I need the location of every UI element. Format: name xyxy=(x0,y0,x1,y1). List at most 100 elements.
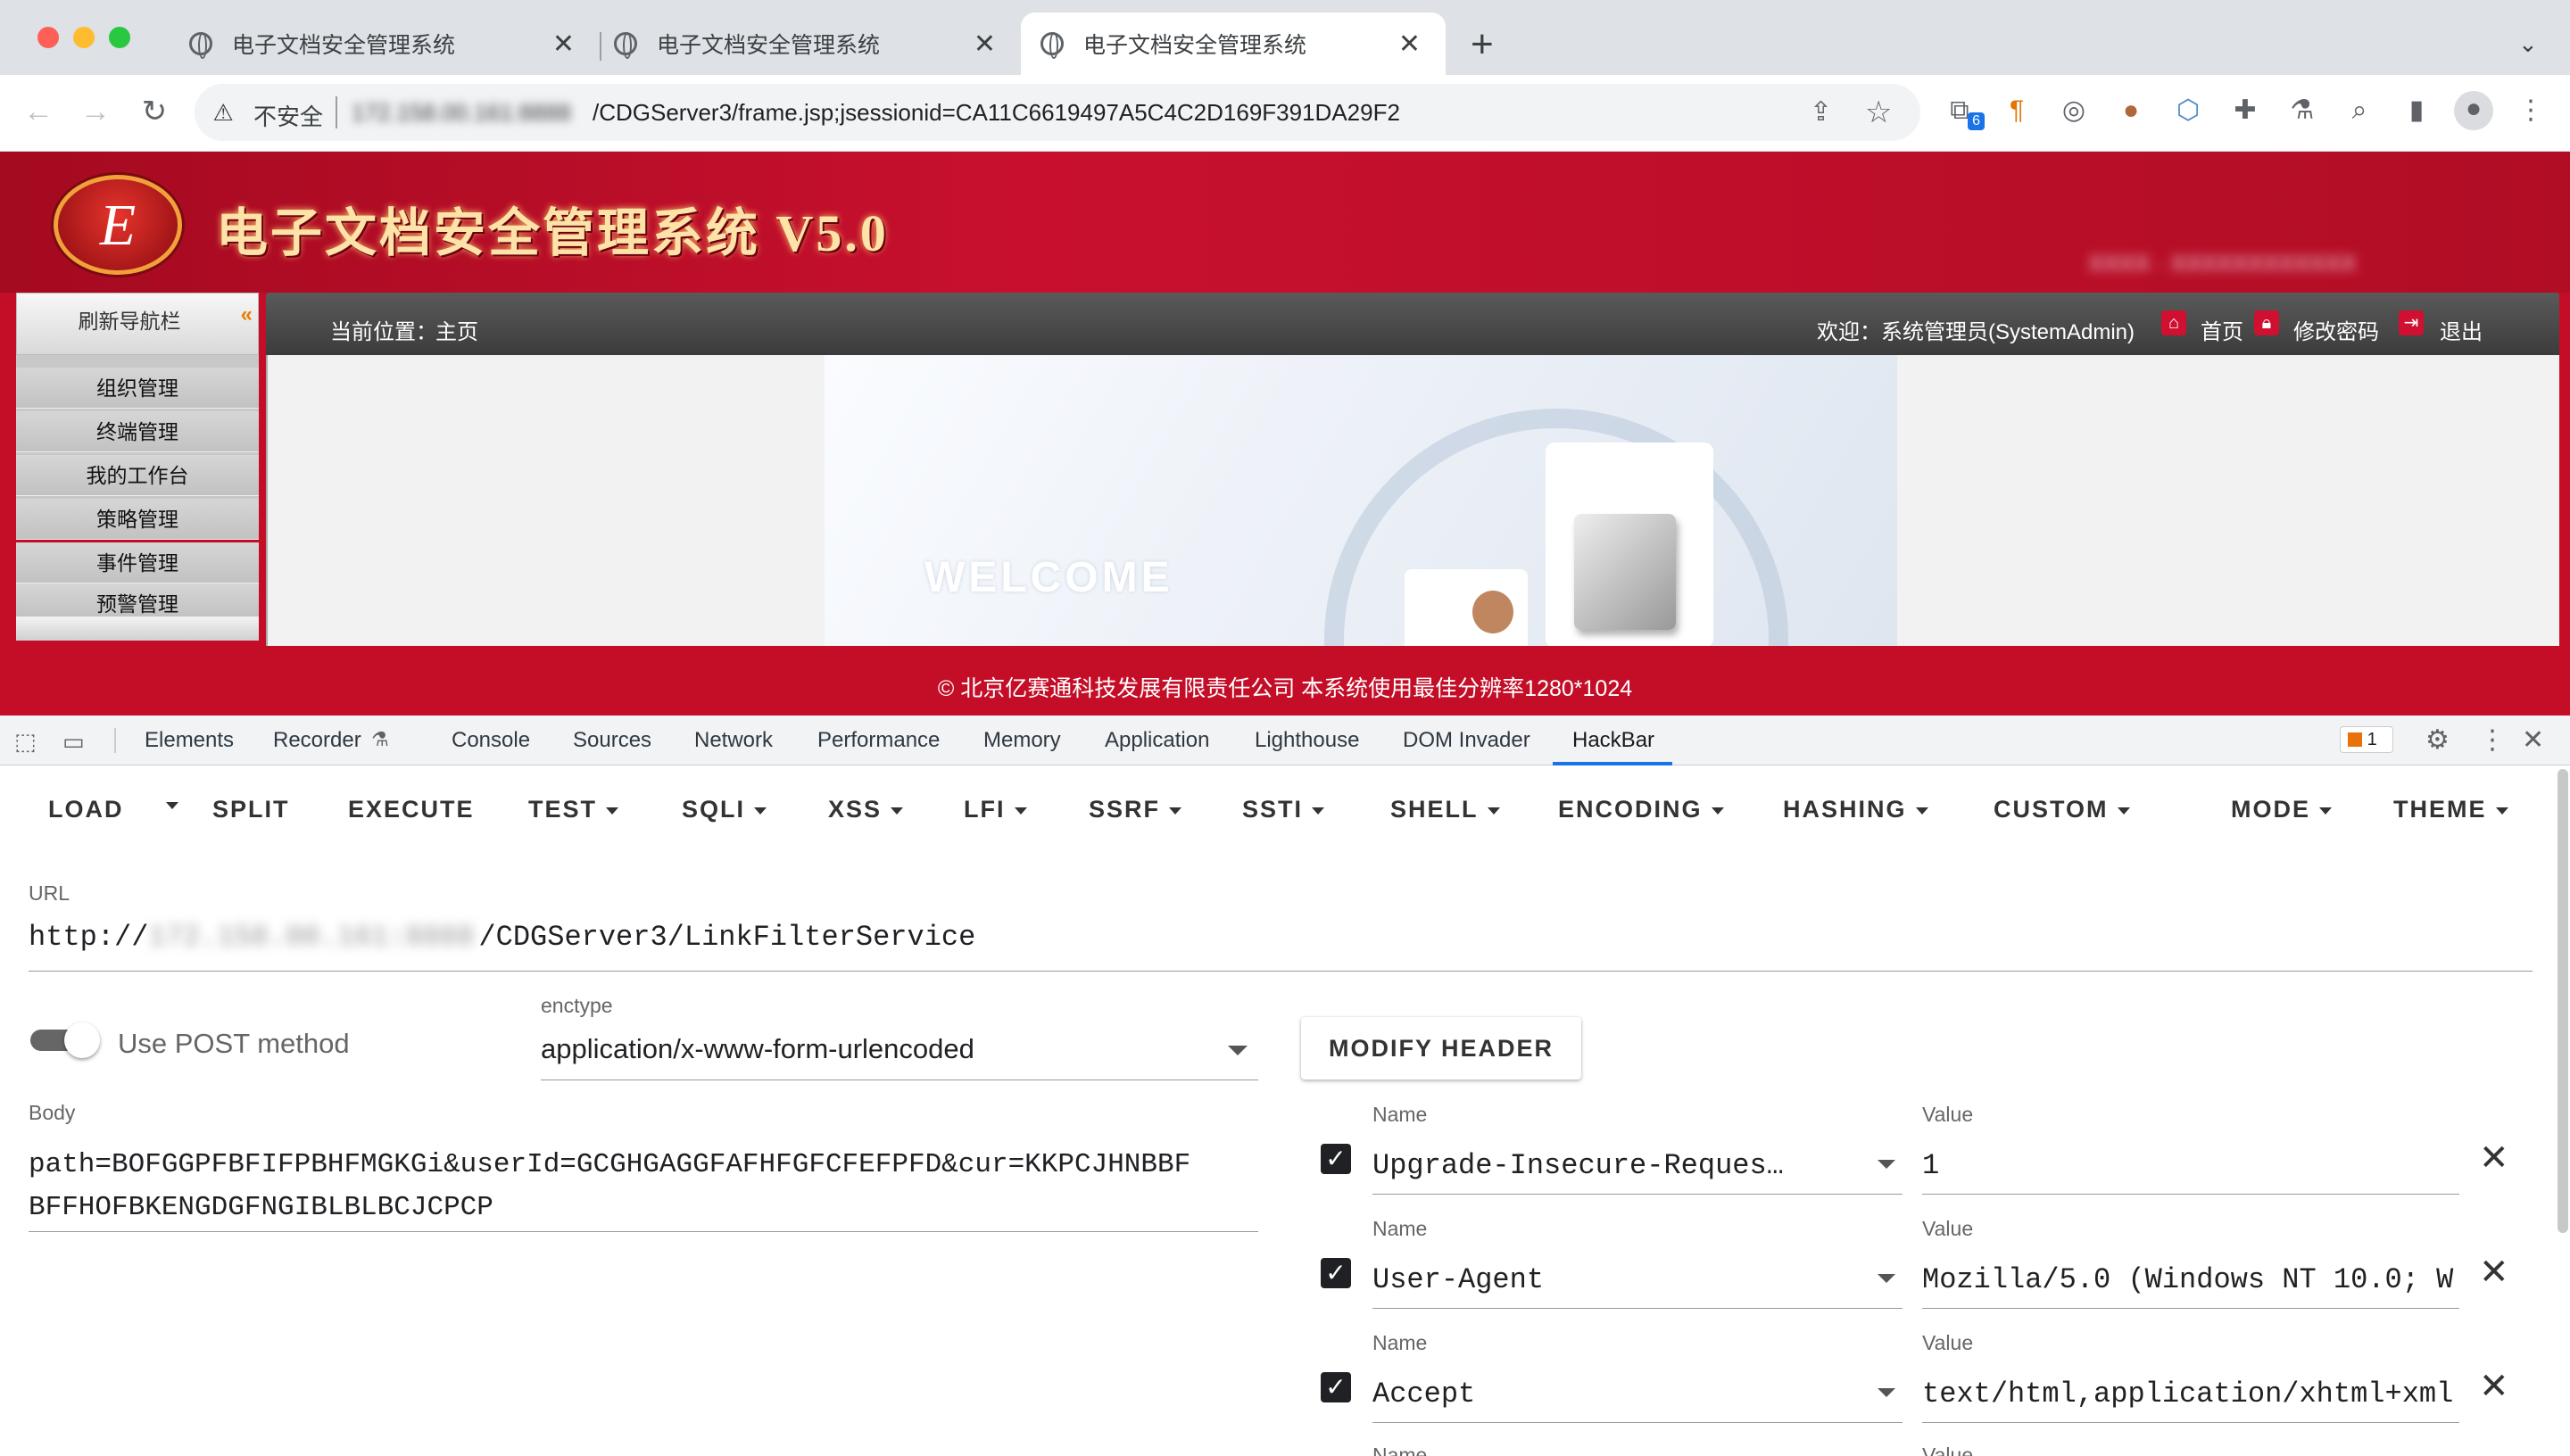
search-icon[interactable]: ⌕ xyxy=(2342,93,2377,128)
enctype-dropdown-icon[interactable] xyxy=(1228,1046,1248,1055)
execute-button[interactable]: EXECUTE xyxy=(348,796,475,823)
tab-sources[interactable]: Sources xyxy=(573,716,651,765)
header-1-value[interactable]: 1 xyxy=(1922,1149,1939,1182)
share-icon[interactable]: ⇪ xyxy=(1810,96,1832,128)
tab-hackbar[interactable]: HackBar xyxy=(1572,716,1654,765)
enctype-select[interactable]: application/x-www-form-urlencoded xyxy=(541,1033,974,1065)
header-3-checkbox[interactable]: ✓ xyxy=(1321,1372,1351,1402)
load-button[interactable]: LOAD xyxy=(48,796,124,823)
home-link[interactable]: 首页 xyxy=(2201,314,2243,345)
lfi-menu-button[interactable]: LFI xyxy=(964,796,1027,823)
sidebar-item-terminal[interactable]: 终端管理 xyxy=(16,411,259,452)
custom-menu-button[interactable]: CUSTOM xyxy=(1994,796,2130,823)
url-path[interactable]: /CDGServer3/frame.jsp;jsessionid=CA11C66… xyxy=(593,99,1400,127)
bookmark-star-icon[interactable]: ☆ xyxy=(1865,95,1892,130)
tab-application[interactable]: Application xyxy=(1105,716,1209,765)
header-1-dropdown-icon[interactable] xyxy=(1878,1160,1895,1169)
reload-icon[interactable]: ↻ xyxy=(134,91,175,132)
tab-search-chevron-icon[interactable]: ⌄ xyxy=(2518,30,2538,58)
collapse-double-chevron-icon[interactable]: « xyxy=(241,302,253,327)
ssrf-menu-button[interactable]: SSRF xyxy=(1089,796,1182,823)
mode-menu-button[interactable]: MODE xyxy=(2231,796,2332,823)
shell-menu-button[interactable]: SHELL xyxy=(1390,796,1500,823)
sidebar-item-org[interactable]: 组织管理 xyxy=(16,368,259,409)
tab-memory[interactable]: Memory xyxy=(983,716,1061,765)
flask-labs-icon[interactable]: ⚗ xyxy=(2284,93,2320,128)
lock-icon[interactable]: 🔒︎ xyxy=(2254,310,2279,335)
header-3-name[interactable]: Accept xyxy=(1372,1377,1475,1410)
theme-menu-button[interactable]: THEME xyxy=(2393,796,2508,823)
tab-elements[interactable]: Elements xyxy=(145,716,234,765)
header-3-dropdown-icon[interactable] xyxy=(1878,1388,1895,1397)
tab-network[interactable]: Network xyxy=(694,716,773,765)
logout-link[interactable]: 退出 xyxy=(2440,314,2483,345)
tab-dom-invader[interactable]: DOM Invader xyxy=(1403,716,1530,765)
pilcrow-extension-icon[interactable]: ¶ xyxy=(1999,93,2035,128)
body-textarea[interactable]: path=BOFGGPFBFIFPBHFMGKGi&userId=GCGHGAG… xyxy=(29,1144,1260,1229)
browser-tab-active[interactable]: 电子文档安全管理系统 ✕ xyxy=(1021,12,1446,75)
load-dropdown-icon[interactable] xyxy=(157,798,178,826)
translate-extension-icon[interactable]: ⧉ 6 xyxy=(1942,93,1985,130)
close-tab-icon[interactable]: ✕ xyxy=(974,29,996,60)
more-menu-icon[interactable]: ⋮ xyxy=(2513,93,2549,128)
hashing-menu-button[interactable]: HASHING xyxy=(1783,796,1928,823)
profile-avatar-icon[interactable]: ● xyxy=(2454,91,2493,130)
close-tab-icon[interactable]: ✕ xyxy=(552,29,575,60)
xss-menu-button[interactable]: XSS xyxy=(828,796,904,823)
header-1-checkbox[interactable]: ✓ xyxy=(1321,1144,1351,1174)
address-bar[interactable]: ⚠ 不安全 172.158.00.161:8888 /CDGServer3/fr… xyxy=(195,84,1920,141)
forward-arrow-icon[interactable]: → xyxy=(75,91,116,132)
puzzle-extensions-icon[interactable]: ✚ xyxy=(2227,93,2263,128)
header-2-remove-icon[interactable]: ✕ xyxy=(2479,1254,2509,1290)
close-tab-icon[interactable]: ✕ xyxy=(1398,29,1421,60)
sqli-menu-button[interactable]: SQLI xyxy=(682,796,767,823)
header-2-dropdown-icon[interactable] xyxy=(1878,1274,1895,1283)
ssti-menu-button[interactable]: SSTI xyxy=(1242,796,1325,823)
devtools-more-icon[interactable]: ⋮ xyxy=(2479,724,2506,756)
encoding-menu-button[interactable]: ENCODING xyxy=(1558,796,1724,823)
url-input[interactable]: http://172.158.00.161:8888/CDGServer3/Li… xyxy=(29,921,975,954)
sidebar-item-events[interactable]: 事件管理 xyxy=(16,542,259,583)
split-button[interactable]: SPLIT xyxy=(212,796,290,823)
settings-gear-icon[interactable]: ⚙ xyxy=(2425,724,2450,756)
tab-console[interactable]: Console xyxy=(452,716,530,765)
browser-tab-2[interactable]: 电子文档安全管理系统 ✕ xyxy=(601,12,1021,75)
header-3-value[interactable]: text/html,application/xhtml+xml xyxy=(1922,1377,2459,1410)
issues-counter[interactable]: 1 xyxy=(2340,726,2393,753)
close-devtools-icon[interactable]: ✕ xyxy=(2522,724,2544,756)
browser-tab-1[interactable]: 电子文档安全管理系统 ✕ xyxy=(175,12,600,75)
new-tab-button[interactable]: + xyxy=(1471,20,1494,70)
test-menu-button[interactable]: TEST xyxy=(528,796,619,823)
minimize-window-button[interactable] xyxy=(73,27,95,48)
sidebar-item-policy[interactable]: 策略管理 xyxy=(16,499,259,540)
header-2-checkbox[interactable]: ✓ xyxy=(1321,1258,1351,1288)
back-arrow-icon[interactable]: ← xyxy=(18,91,59,132)
header-1-name[interactable]: Upgrade-Insecure-Reques… xyxy=(1372,1149,1784,1182)
sidebar-header[interactable]: 刷新导航栏 « xyxy=(16,293,259,355)
header-1-remove-icon[interactable]: ✕ xyxy=(2479,1140,2509,1176)
not-secure-label[interactable]: 不安全 xyxy=(253,99,323,132)
sidebar-item-alerts[interactable]: 预警管理 xyxy=(16,583,259,617)
home-icon[interactable]: ⌂ xyxy=(2161,310,2186,335)
tab-lighthouse[interactable]: Lighthouse xyxy=(1255,716,1359,765)
zoom-window-button[interactable] xyxy=(109,27,130,48)
devtools-scrollbar-thumb[interactable] xyxy=(2558,769,2568,1233)
change-password-link[interactable]: 修改密码 xyxy=(2293,314,2379,345)
cookie-extension-icon[interactable]: ● xyxy=(2113,93,2149,128)
tab-performance[interactable]: Performance xyxy=(817,716,940,765)
hexagon-extension-icon[interactable]: ⬡ xyxy=(2170,93,2206,128)
tab-recorder[interactable]: Recorder xyxy=(273,716,361,765)
inspect-element-icon[interactable]: ⬚ xyxy=(14,728,37,756)
warning-triangle-icon[interactable]: ⚠ xyxy=(207,96,239,128)
sidebar-item-workbench[interactable]: 我的工作台 xyxy=(16,455,259,496)
modify-header-button[interactable]: MODIFY HEADER xyxy=(1301,1017,1581,1080)
header-2-value[interactable]: Mozilla/5.0 (Windows NT 10.0; W xyxy=(1922,1263,2459,1296)
post-method-toggle[interactable] xyxy=(30,1022,100,1058)
refresh-nav-label[interactable]: 刷新导航栏 xyxy=(17,304,260,335)
header-2-name[interactable]: User-Agent xyxy=(1372,1263,1544,1296)
logout-icon[interactable]: ⇥ xyxy=(2399,310,2424,335)
close-window-button[interactable] xyxy=(37,27,59,48)
side-panel-icon[interactable]: ▮ xyxy=(2399,93,2434,128)
braces-extension-icon[interactable]: ◎ xyxy=(2056,93,2092,128)
device-toolbar-icon[interactable]: ▭ xyxy=(62,728,85,756)
